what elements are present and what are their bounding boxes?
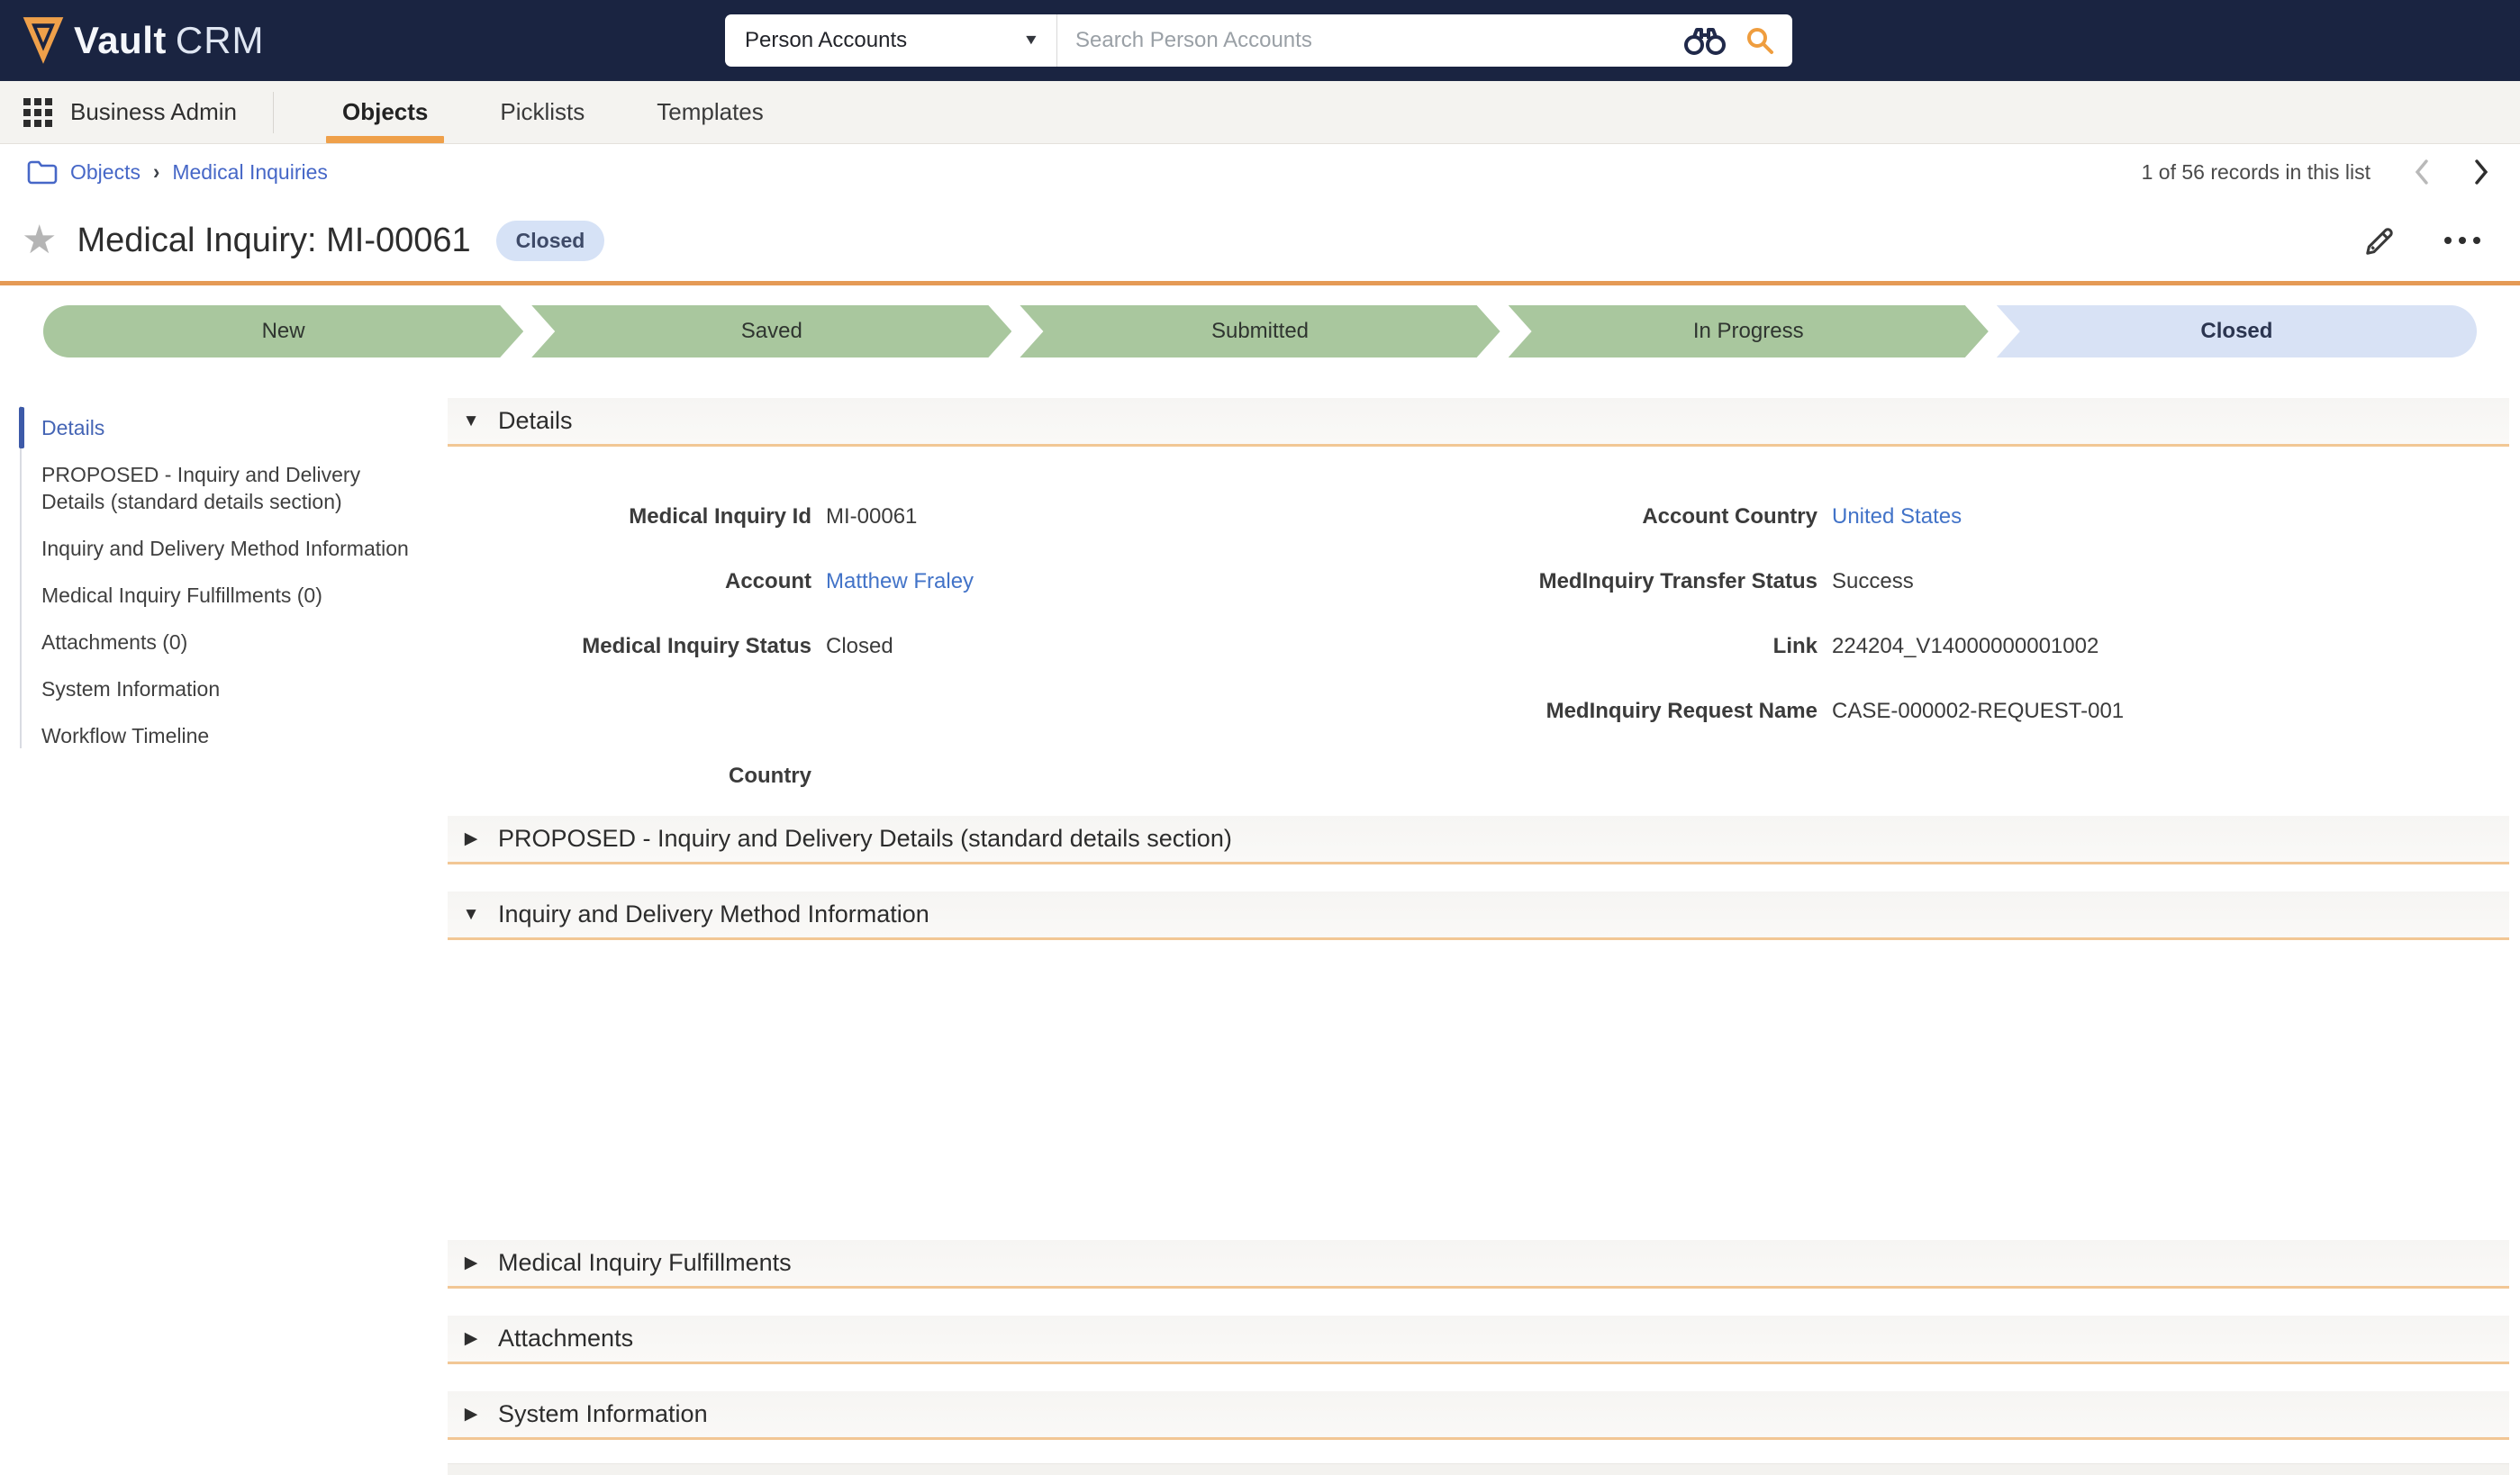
sidebar-item-details[interactable]: Details — [20, 404, 448, 451]
field-row — [448, 679, 1454, 744]
field-row: Account Matthew Fraley — [448, 549, 1454, 614]
field-label: Link — [1454, 634, 1817, 659]
section-title: System Information — [498, 1400, 708, 1428]
details-fields: Medical Inquiry Id MI-00061 Account Matthew… — [448, 447, 2509, 809]
chevron-right-icon: ▶ — [460, 1253, 482, 1273]
nav-divider — [273, 92, 274, 133]
section-title: PROPOSED - Inquiry and Delivery Details … — [498, 825, 1232, 853]
sidebar-item-proposed-inquiry-and-delivery-details-standard-details-section[interactable]: PROPOSED - Inquiry and Delivery Details … — [20, 451, 448, 525]
top-header: Vault CRM Person Accounts ▼ — [0, 0, 2520, 81]
breadcrumb-link-objects[interactable]: Objects — [70, 160, 141, 185]
vault-v-icon — [22, 16, 65, 65]
app-menu-label[interactable]: Business Admin — [70, 98, 237, 126]
field-label: MedInquiry Transfer Status — [1454, 569, 1817, 594]
section-header-system-information[interactable]: ▶ System Information — [448, 1391, 2509, 1440]
section-title: Medical Inquiry Fulfillments — [498, 1249, 792, 1277]
breadcrumb-row: Objects › Medical Inquiries 1 of 56 record… — [0, 144, 2520, 200]
global-search: Person Accounts ▼ — [725, 14, 1792, 67]
main-area: DetailsPROPOSED - Inquiry and Delivery D… — [0, 379, 2520, 1475]
apps-grid-icon[interactable] — [22, 96, 54, 129]
section-sidebar: DetailsPROPOSED - Inquiry and Delivery D… — [0, 379, 448, 763]
field-row: Account Country United States — [1454, 484, 2509, 549]
tab-picklists[interactable]: Picklists — [473, 81, 612, 143]
brand-vault: Vault — [74, 19, 167, 62]
field-label: Country — [448, 764, 811, 789]
section-header-proposed-inquiry-and-delivery-details-standard-details-section[interactable]: ▶ PROPOSED - Inquiry and Delivery Details… — [448, 816, 2509, 864]
section-header-attachments[interactable]: ▶ Attachments — [448, 1316, 2509, 1364]
chevron-right-icon: ▶ — [460, 828, 482, 849]
section-title: Attachments — [498, 1325, 633, 1353]
workflow-stage-saved: Saved — [531, 305, 1011, 357]
section-header-inquiry-and-delivery-method-information[interactable]: ▼ Inquiry and Delivery Method Information — [448, 891, 2509, 940]
section-title: Details — [498, 407, 573, 435]
section-body-inquiry-and-delivery-method-information — [448, 940, 2509, 1233]
chevron-down-icon: ▼ — [460, 905, 482, 925]
record-pagination: 1 of 56 records in this list — [2142, 158, 2489, 186]
field-value-link[interactable]: United States — [1832, 504, 1962, 529]
section-header-medical-inquiry-fulfillments[interactable]: ▶ Medical Inquiry Fulfillments — [448, 1240, 2509, 1289]
edit-pencil-icon[interactable] — [2363, 223, 2398, 258]
status-badge: Closed — [496, 221, 605, 261]
sidebar-item-workflow-timeline[interactable]: Workflow Timeline — [20, 712, 448, 759]
workflow-stage-closed: Closed — [1997, 305, 2477, 357]
field-row: Country — [448, 744, 1454, 809]
binoculars-icon[interactable] — [1684, 26, 1726, 55]
field-label: Account — [448, 569, 811, 594]
record-title-row: ★ Medical Inquiry: MI-00061 Closed — [0, 200, 2520, 281]
sidebar-item-inquiry-and-delivery-method-information[interactable]: Inquiry and Delivery Method Information — [20, 525, 448, 572]
record-detail-content: ▼ Details Medical Inquiry Id MI-00061 Acco… — [448, 379, 2509, 1475]
breadcrumb-separator: › — [153, 159, 159, 186]
brand-crm: CRM — [176, 19, 265, 62]
field-row: MedInquiry Transfer Status Success — [1454, 549, 2509, 614]
tab-objects[interactable]: Objects — [315, 81, 455, 143]
chevron-right-icon: ▶ — [460, 1328, 482, 1349]
field-value: CASE-000002-REQUEST-001 — [1832, 699, 2124, 724]
search-scope-value: Person Accounts — [745, 28, 907, 53]
section-header-details[interactable]: ▼ Details — [448, 398, 2509, 447]
field-label: MedInquiry Request Name — [1454, 699, 1817, 724]
sidebar-item-attachments-0[interactable]: Attachments (0) — [20, 619, 448, 665]
field-value: Success — [1832, 569, 1914, 594]
sidebar-item-medical-inquiry-fulfillments-0[interactable]: Medical Inquiry Fulfillments (0) — [20, 572, 448, 619]
next-record-button[interactable] — [2473, 158, 2489, 186]
field-row: MedInquiry Request Name CASE-000002-REQUE… — [1454, 679, 2509, 744]
chevron-down-icon: ▼ — [460, 412, 482, 431]
field-row: Medical Inquiry Id MI-00061 — [448, 484, 1454, 549]
workflow-stage-new: New — [43, 305, 523, 357]
chevron-right-icon: ▶ — [460, 1404, 482, 1425]
tab-templates[interactable]: Templates — [630, 81, 791, 143]
workflow-stage-submitted: Submitted — [1020, 305, 1500, 357]
next-section-partial — [448, 1463, 2509, 1475]
workflow-stage-bar: NewSavedSubmittedIn ProgressClosed — [0, 285, 2520, 379]
folder-icon — [27, 159, 58, 185]
field-value: Closed — [826, 634, 893, 659]
search-scope-dropdown[interactable]: Person Accounts ▼ — [725, 14, 1056, 67]
vault-crm-logo[interactable]: Vault CRM — [22, 16, 265, 65]
field-row — [1454, 744, 2509, 809]
search-icon[interactable] — [1745, 26, 1774, 55]
field-value: MI-00061 — [826, 504, 917, 529]
workflow-stage-in-progress: In Progress — [1509, 305, 1989, 357]
field-label: Medical Inquiry Id — [448, 504, 811, 529]
field-value: 224204_V14000000001002 — [1832, 634, 2098, 659]
chevron-down-icon: ▼ — [1023, 32, 1040, 49]
section-title: Inquiry and Delivery Method Information — [498, 900, 929, 928]
sidebar-item-system-information[interactable]: System Information — [20, 665, 448, 712]
previous-record-button[interactable] — [2414, 158, 2430, 186]
field-label: Medical Inquiry Status — [448, 634, 811, 659]
star-icon[interactable]: ★ — [22, 221, 57, 260]
field-value-link[interactable]: Matthew Fraley — [826, 569, 974, 594]
field-label: Account Country — [1454, 504, 1817, 529]
breadcrumb-link-medical-inquiries[interactable]: Medical Inquiries — [172, 160, 328, 185]
field-row: Medical Inquiry Status Closed — [448, 614, 1454, 679]
search-input[interactable] — [1057, 14, 1684, 67]
field-row: Link 224204_V14000000001002 — [1454, 614, 2509, 679]
nav-tabs: Objects Picklists Templates — [306, 81, 800, 143]
more-actions-icon[interactable] — [2444, 237, 2480, 244]
page-title: Medical Inquiry: MI-00061 — [77, 222, 470, 260]
record-count-text: 1 of 56 records in this list — [2142, 160, 2370, 185]
app-navbar: Business Admin Objects Picklists Templates — [0, 81, 2520, 144]
breadcrumb: Objects › Medical Inquiries — [27, 159, 328, 185]
